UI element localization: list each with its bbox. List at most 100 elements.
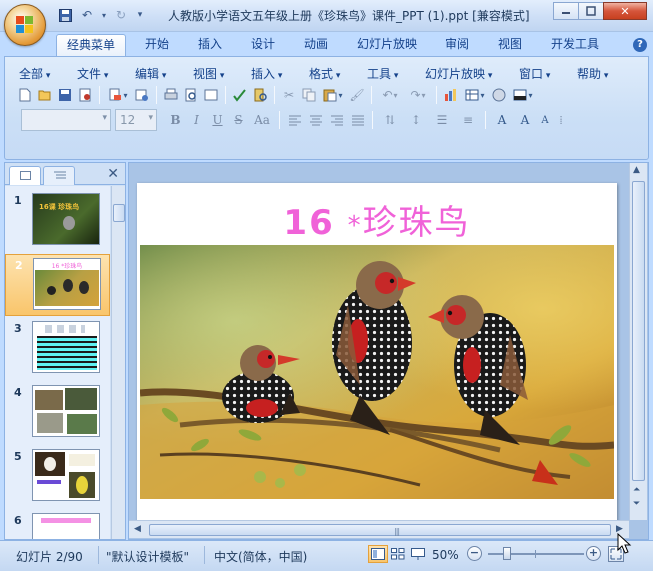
thumbnail-row[interactable]: 2 16 *珍珠鸟 <box>5 254 110 316</box>
thumbnail-row[interactable]: 4 <box>5 382 110 444</box>
thumbnail-row[interactable]: 1 16课 珍珠鸟 <box>5 190 110 252</box>
insert-table-icon[interactable] <box>461 85 489 105</box>
print-preview-icon[interactable] <box>181 85 201 105</box>
thumbnail-row[interactable]: 6 <box>5 510 110 539</box>
previous-slide-icon[interactable]: ⏶ <box>633 485 640 495</box>
close-panel-icon[interactable]: ✕ <box>107 166 119 182</box>
formatting-toolbar: B I U S Aa ⇅ ↕ ☰ ≡ A A A ⁞ <box>165 109 568 131</box>
underline-button[interactable]: U <box>207 110 228 130</box>
slideshow-button[interactable] <box>408 545 428 563</box>
save-icon[interactable] <box>56 6 74 24</box>
customize-qat-icon[interactable]: ▾ <box>134 6 146 24</box>
redo-icon[interactable]: ↷ <box>404 85 432 105</box>
spelling-icon[interactable] <box>230 85 250 105</box>
scrollbar-thumb[interactable]: ||| <box>149 524 611 536</box>
undo-dropdown-icon[interactable]: ▾ <box>100 6 108 24</box>
align-center-icon[interactable] <box>305 110 326 130</box>
text-direction-icon[interactable]: ⇅ <box>377 110 403 130</box>
save-icon[interactable] <box>55 85 75 105</box>
justify-icon[interactable] <box>347 110 368 130</box>
menu-window[interactable]: 窗口 <box>519 65 550 82</box>
minimize-button[interactable] <box>553 2 579 20</box>
pearl-birds-photo[interactable] <box>140 245 614 499</box>
copy-icon[interactable] <box>299 85 319 105</box>
slide-title[interactable]: 16 *珍珠鸟 <box>137 195 617 244</box>
tab-animations[interactable]: 动画 <box>294 34 338 56</box>
clip-art-icon[interactable] <box>489 85 509 105</box>
menu-help[interactable]: 帮助 <box>577 65 608 82</box>
tab-design[interactable]: 设计 <box>241 34 285 56</box>
slide-vertical-scrollbar[interactable]: ▲ ⏶ ⏷ <box>629 163 647 520</box>
tab-classic-menu[interactable]: 经典菜单 <box>56 34 127 56</box>
cut-icon[interactable]: ✂ <box>279 85 299 105</box>
menu-format[interactable]: 格式 <box>309 65 340 82</box>
insert-chart-icon[interactable] <box>441 85 461 105</box>
thumbnail-row[interactable]: 5 <box>5 446 110 508</box>
bold-button[interactable]: B <box>165 110 186 130</box>
current-slide[interactable]: 16 *珍珠鸟 <box>137 183 617 523</box>
normal-view-button[interactable] <box>368 545 388 563</box>
tab-outline[interactable] <box>43 166 75 185</box>
menu-edit[interactable]: 编辑 <box>135 65 166 82</box>
scroll-left-icon[interactable]: ◀ <box>134 524 141 534</box>
shrink-font-icon[interactable]: A <box>536 110 554 130</box>
permission-icon[interactable] <box>75 85 95 105</box>
slide-horizontal-scrollbar[interactable]: ◀ ||| ▶ <box>129 520 629 538</box>
bullets-icon[interactable]: ☰ <box>429 110 455 130</box>
color-grayscale-icon[interactable] <box>509 85 537 105</box>
print-icon[interactable] <box>161 85 181 105</box>
tab-view[interactable]: 视图 <box>488 34 532 56</box>
numbering-icon[interactable]: ≡ <box>455 110 481 130</box>
scrollbar-thumb[interactable] <box>632 181 645 481</box>
menu-tools[interactable]: 工具 <box>367 65 398 82</box>
scroll-up-icon[interactable]: ▲ <box>633 165 640 175</box>
research-icon[interactable] <box>250 85 270 105</box>
undo-icon[interactable]: ↶ <box>78 6 96 24</box>
font-size-select[interactable]: 12 <box>115 109 157 131</box>
paste-icon[interactable] <box>319 85 347 105</box>
scrollbar-thumb[interactable] <box>113 204 125 222</box>
tab-home[interactable]: 开始 <box>135 34 179 56</box>
new-document-icon[interactable] <box>15 85 35 105</box>
email-icon[interactable] <box>104 85 132 105</box>
format-painter-icon[interactable]: 🖌 <box>347 85 367 105</box>
thumbnail-scrollbar[interactable] <box>111 186 125 539</box>
open-folder-icon[interactable] <box>35 85 55 105</box>
tab-slides[interactable] <box>9 166 41 185</box>
office-button[interactable] <box>4 4 46 46</box>
grow-font-icon[interactable]: A <box>514 110 536 130</box>
zoom-in-button[interactable]: + <box>586 546 601 561</box>
help-icon[interactable]: ? <box>633 38 647 52</box>
zoom-out-button[interactable]: − <box>467 546 482 561</box>
tab-developer[interactable]: 开发工具 <box>541 34 609 56</box>
align-right-icon[interactable] <box>326 110 347 130</box>
undo-icon[interactable]: ↶ <box>376 85 404 105</box>
menu-all[interactable]: 全部 <box>19 65 50 82</box>
change-case-button[interactable]: Aa <box>249 110 275 130</box>
more-icon[interactable]: ⁞ <box>554 110 568 130</box>
next-slide-icon[interactable]: ⏷ <box>633 499 640 509</box>
italic-button[interactable]: I <box>186 110 207 130</box>
redo-icon[interactable]: ↻ <box>112 6 130 24</box>
zoom-level[interactable]: 50% <box>432 548 459 562</box>
thumbnail-row[interactable]: 3 <box>5 318 110 380</box>
zoom-slider-thumb[interactable] <box>503 547 511 560</box>
font-color-icon[interactable]: A <box>490 110 514 130</box>
maximize-button[interactable] <box>578 2 604 20</box>
tab-review[interactable]: 审阅 <box>435 34 479 56</box>
publish-icon[interactable] <box>132 85 152 105</box>
font-name-select[interactable] <box>21 109 111 131</box>
shadow-button[interactable]: S <box>228 110 249 130</box>
language-indicator[interactable]: 中文(简体，中国) <box>214 548 307 565</box>
menu-file[interactable]: 文件 <box>77 65 108 82</box>
tab-slideshow[interactable]: 幻灯片放映 <box>347 34 427 56</box>
menu-slideshow[interactable]: 幻灯片放映 <box>425 65 492 82</box>
close-button[interactable]: ✕ <box>603 2 647 20</box>
menu-insert[interactable]: 插入 <box>251 65 282 82</box>
normal-view-icon[interactable] <box>201 85 221 105</box>
slide-sorter-button[interactable] <box>388 545 408 563</box>
line-spacing-icon[interactable]: ↕ <box>403 110 429 130</box>
align-left-icon[interactable] <box>284 110 305 130</box>
menu-view[interactable]: 视图 <box>193 65 224 82</box>
tab-insert[interactable]: 插入 <box>188 34 232 56</box>
